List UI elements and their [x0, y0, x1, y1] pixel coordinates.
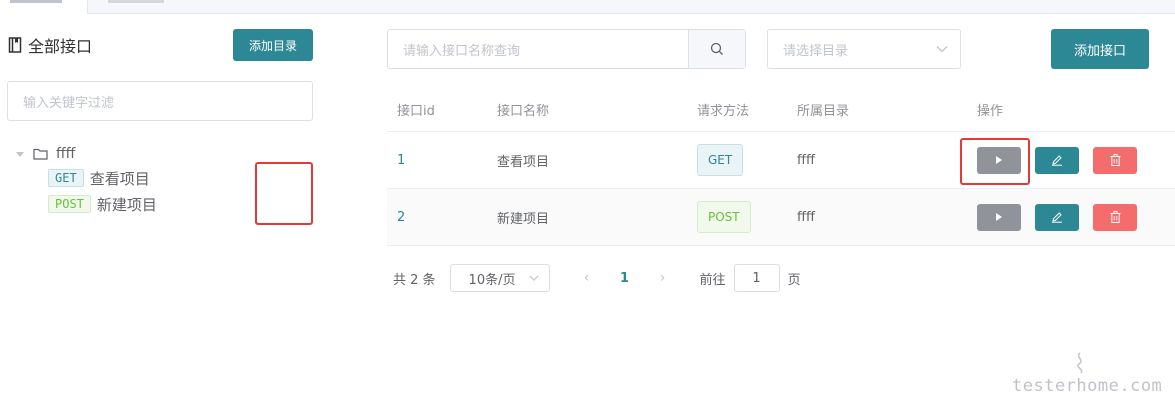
- caret-down-icon[interactable]: [16, 151, 24, 157]
- page-size-value: 10条/页: [468, 272, 516, 288]
- search-button[interactable]: [688, 30, 745, 68]
- api-search-input[interactable]: 请输入接口名称查询: [388, 30, 688, 68]
- method-tag-get: GET: [48, 169, 84, 187]
- api-table: 接口id 接口名称 请求方法 所属目录 操作 1 查看项目 GET ffff 2…: [387, 88, 1175, 246]
- table-row: 2 新建项目 POST ffff: [387, 189, 1175, 246]
- directory-select-placeholder: 请选择目录: [783, 43, 849, 59]
- delete-button[interactable]: [1093, 203, 1137, 231]
- highlight-box-run-button: [960, 138, 1030, 185]
- next-page-button[interactable]: ›: [650, 270, 676, 286]
- api-id-link[interactable]: 2: [397, 210, 405, 225]
- tree-folder-ffff[interactable]: ffff: [14, 143, 157, 165]
- goto-label: 前往: [699, 272, 726, 288]
- page-number-current[interactable]: 1: [612, 271, 638, 286]
- edit-button[interactable]: [1035, 203, 1079, 231]
- pagination-total: 共 2 条: [393, 272, 436, 288]
- method-badge-post: POST: [697, 201, 751, 233]
- all-apis-title-text: 全部接口: [28, 37, 93, 56]
- directory-select[interactable]: 请选择目录: [767, 29, 961, 69]
- watermark-mark-icon: [1077, 352, 1083, 374]
- table-row: 1 查看项目 GET ffff: [387, 132, 1175, 189]
- tree-folder-label: ffff: [56, 146, 76, 162]
- trash-icon: [1110, 154, 1120, 166]
- method-tag-post: POST: [48, 195, 91, 213]
- tree-item-label: 新建项目: [96, 195, 157, 214]
- goto-suffix: 页: [787, 272, 801, 288]
- all-apis-title: 全部接口: [8, 33, 92, 57]
- goto-page-input[interactable]: 1: [733, 264, 780, 292]
- api-id-link[interactable]: 1: [397, 153, 405, 168]
- method-badge-get: GET: [697, 144, 744, 176]
- api-search-group: 请输入接口名称查询: [387, 29, 746, 69]
- pencil-icon: [1052, 155, 1062, 166]
- header-method: 请求方法: [697, 104, 750, 119]
- pagination: 共 2 条 10条/页 ‹ 1 › 前往 1 页: [393, 264, 801, 292]
- header-api-id: 接口id: [397, 104, 435, 119]
- tree-item-api[interactable]: POST 新建项目: [48, 191, 157, 217]
- search-icon: [710, 42, 723, 55]
- header-actions: 操作: [977, 104, 1004, 119]
- directory-cell: ffff: [797, 209, 815, 225]
- run-button[interactable]: [977, 203, 1021, 231]
- play-icon: [996, 213, 1002, 221]
- top-tab-bar: [0, 0, 1175, 14]
- chevron-down-icon: [529, 275, 538, 281]
- header-directory: 所属目录: [797, 104, 850, 119]
- watermark-text: testerhome.com: [1012, 376, 1163, 396]
- header-api-name: 接口名称: [497, 104, 550, 119]
- edit-button[interactable]: [1035, 146, 1079, 174]
- highlight-box-empty: [255, 162, 313, 225]
- api-name-cell: 查看项目: [497, 154, 550, 170]
- table-header: 接口id 接口名称 请求方法 所属目录 操作: [387, 88, 1175, 132]
- api-name-cell: 新建项目: [497, 211, 550, 227]
- delete-button[interactable]: [1093, 146, 1137, 174]
- tree-item-api[interactable]: GET 查看项目: [48, 165, 157, 191]
- folder-icon: [33, 148, 48, 160]
- chevron-down-icon: [936, 46, 948, 53]
- pencil-icon: [1052, 212, 1062, 223]
- trash-icon: [1110, 211, 1120, 223]
- tab-active[interactable]: [0, 0, 88, 14]
- directory-cell: ffff: [797, 152, 815, 168]
- tree-item-label: 查看项目: [89, 169, 150, 188]
- prev-page-button[interactable]: ‹: [574, 270, 600, 286]
- page-size-select[interactable]: 10条/页: [449, 264, 550, 292]
- add-api-button[interactable]: 添加接口: [1051, 29, 1149, 69]
- add-directory-button[interactable]: 添加目录: [233, 29, 313, 61]
- api-tree: ffff GET 查看项目 POST 新建项目: [14, 143, 157, 217]
- tree-filter-input[interactable]: 输入关键字过滤: [7, 81, 313, 121]
- goto-page: 前往 1 页: [700, 264, 801, 292]
- book-icon: [8, 37, 22, 53]
